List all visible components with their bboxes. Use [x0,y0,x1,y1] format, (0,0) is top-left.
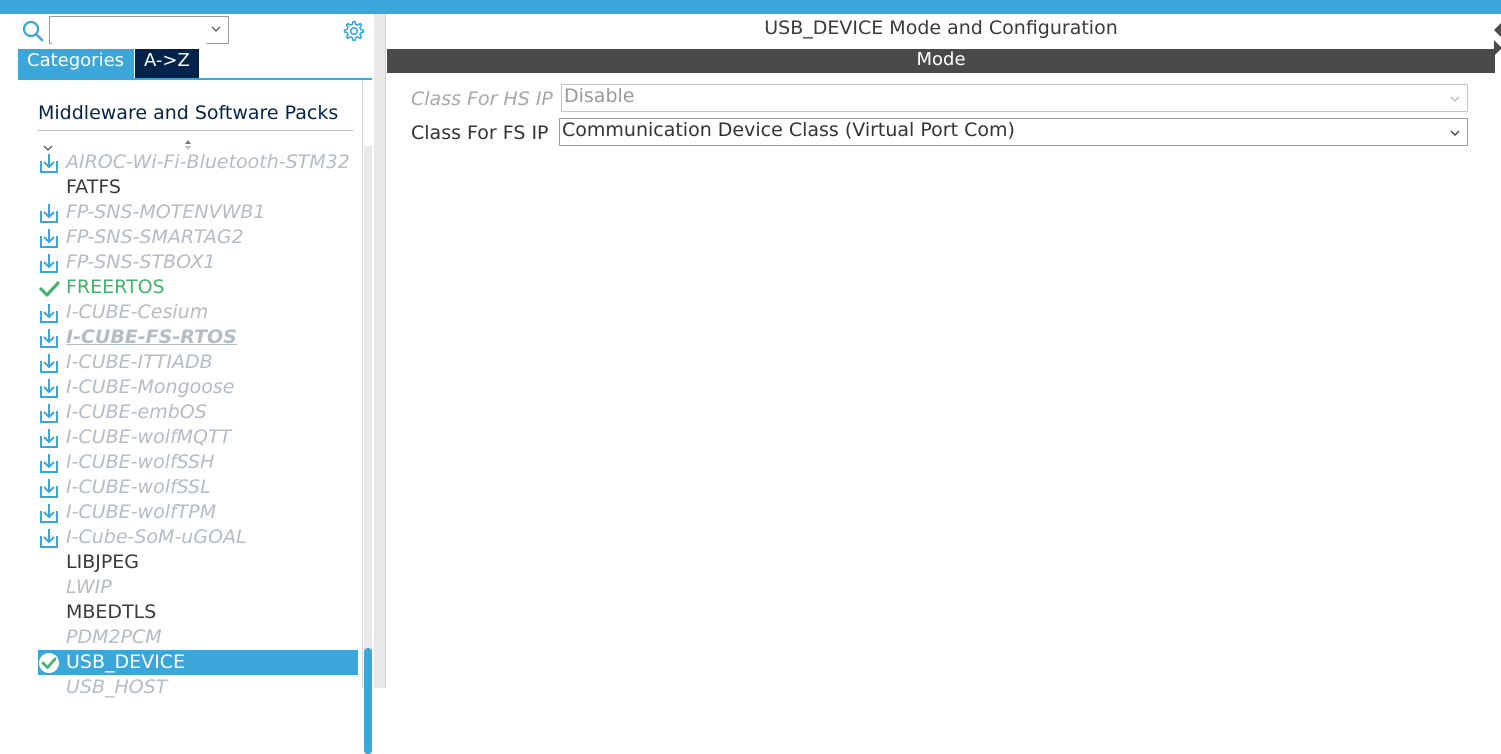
collapse-arrow-icon[interactable] [1494,22,1501,38]
download-icon [38,352,60,374]
download-icon [38,402,60,424]
search-input[interactable] [52,18,206,44]
class-hs-label: Class For HS IP [411,88,553,110]
download-icon [38,502,60,524]
list-item[interactable]: I-CUBE-Cesium [38,300,358,325]
download-icon [38,452,60,474]
list-item-label: AIROC-Wi-Fi-Bluetooth-STM32 [66,151,350,173]
download-icon [38,527,60,549]
list-item[interactable]: I-CUBE-Mongoose [38,375,358,400]
list-item[interactable]: MBEDTLS [38,600,358,625]
list-item[interactable]: I-CUBE-wolfSSL [38,475,358,500]
field-row-fs: Class For FS IP Communication Device Cla… [411,118,1471,148]
list-item-label: I-CUBE-embOS [66,401,207,423]
list-item-label: I-CUBE-wolfSSH [66,451,215,473]
list-item[interactable]: USB_DEVICE [38,650,358,675]
left-panel: Categories A->Z Middleware and Software … [16,14,375,754]
download-icon [38,227,60,249]
list-item-label: FREERTOS [66,276,165,298]
list-item-label: FATFS [66,176,121,198]
list-item-label: MBEDTLS [66,601,157,623]
class-hs-select: Disable [561,84,1468,112]
list-item[interactable]: I-CUBE-FS-RTOS [38,325,358,350]
right-edge [1495,14,1501,688]
download-icon [38,477,60,499]
scrollbar[interactable] [364,146,372,754]
list-item-label: FP-SNS-SMARTAG2 [66,226,244,248]
list-item-label: LWIP [66,576,112,598]
list-item-label: FP-SNS-MOTENVWB1 [66,201,266,223]
list-item[interactable]: FP-SNS-MOTENVWB1 [38,200,358,225]
top-accent-bar [0,0,1501,14]
list-item[interactable]: I-Cube-SoM-uGOAL [38,525,358,550]
class-fs-select[interactable]: Communication Device Class (Virtual Port… [559,118,1468,146]
chevron-down-icon[interactable] [1449,127,1461,139]
category-list: Middleware and Software Packs AIROC-Wi-F… [16,80,372,754]
list-item-label: I-Cube-SoM-uGOAL [66,526,247,548]
mode-section-header[interactable]: Mode [387,49,1495,73]
class-fs-label: Class For FS IP [411,122,549,144]
gear-icon[interactable] [342,19,366,43]
left-gutter [0,14,16,688]
download-icon [38,302,60,324]
list-item-label: I-CUBE-wolfTPM [66,501,217,523]
class-fs-value: Communication Device Class (Virtual Port… [562,119,1015,141]
download-icon [38,377,60,399]
list-item-label: FP-SNS-STBOX1 [66,251,216,273]
list-item-label: USB_DEVICE [66,651,186,673]
list-item-label: USB_HOST [66,676,168,698]
list-item[interactable]: PDM2PCM [38,625,358,650]
expand-arrow-icon[interactable] [1494,40,1501,56]
class-hs-value: Disable [564,85,635,107]
list-item-label: I-CUBE-wolfSSL [66,476,211,498]
search-combobox[interactable] [49,16,229,44]
check-circle-icon [38,652,60,674]
list-item[interactable]: I-CUBE-embOS [38,400,358,425]
list-item[interactable]: I-CUBE-wolfTPM [38,500,358,525]
group-header-label: Middleware and Software Packs [38,102,339,124]
page-title: USB_DEVICE Mode and Configuration [764,17,1118,39]
scrollbar-thumb[interactable] [364,648,372,754]
group-header-middleware[interactable]: Middleware and Software Packs [38,96,353,151]
download-icon [38,252,60,274]
download-icon [38,152,60,174]
list-item[interactable]: FP-SNS-SMARTAG2 [38,225,358,250]
list-item-label: I-CUBE-ITTIADB [66,351,213,373]
download-icon [38,327,60,349]
list-item[interactable]: FP-SNS-STBOX1 [38,250,358,275]
list-item-label: PDM2PCM [66,626,162,648]
tab-a-to-z[interactable]: A->Z [135,49,199,78]
list-item-label: I-CUBE-wolfMQTT [66,426,232,448]
list-item[interactable]: FREERTOS [38,275,358,300]
chevron-down-icon[interactable] [210,23,222,35]
search-icon[interactable] [22,20,44,42]
list-item-label: I-CUBE-Mongoose [66,376,235,398]
list-item[interactable]: I-CUBE-wolfMQTT [38,425,358,450]
list-item[interactable]: AIROC-Wi-Fi-Bluetooth-STM32 [38,150,358,175]
chevron-down-icon [1450,96,1460,102]
list-item[interactable]: I-CUBE-ITTIADB [38,350,358,375]
check-icon [38,277,60,299]
config-panel: USB_DEVICE Mode and Configuration Mode C… [385,14,1496,688]
list-item[interactable]: LIBJPEG [38,550,358,575]
field-row-hs: Class For HS IP Disable [411,84,1471,114]
list-item[interactable]: I-CUBE-wolfSSH [38,450,358,475]
tab-categories[interactable]: Categories [18,49,134,78]
list-item[interactable]: LWIP [38,575,358,600]
panel-splitter[interactable] [374,14,385,688]
list-item-label: I-CUBE-FS-RTOS [66,326,237,348]
download-icon [38,202,60,224]
list-item[interactable]: FATFS [38,175,358,200]
list-item-label: LIBJPEG [66,551,140,573]
list-item-label: I-CUBE-Cesium [66,301,209,323]
package-list: AIROC-Wi-Fi-Bluetooth-STM32 FATFS FP-SNS-M… [38,150,358,700]
download-icon [38,427,60,449]
